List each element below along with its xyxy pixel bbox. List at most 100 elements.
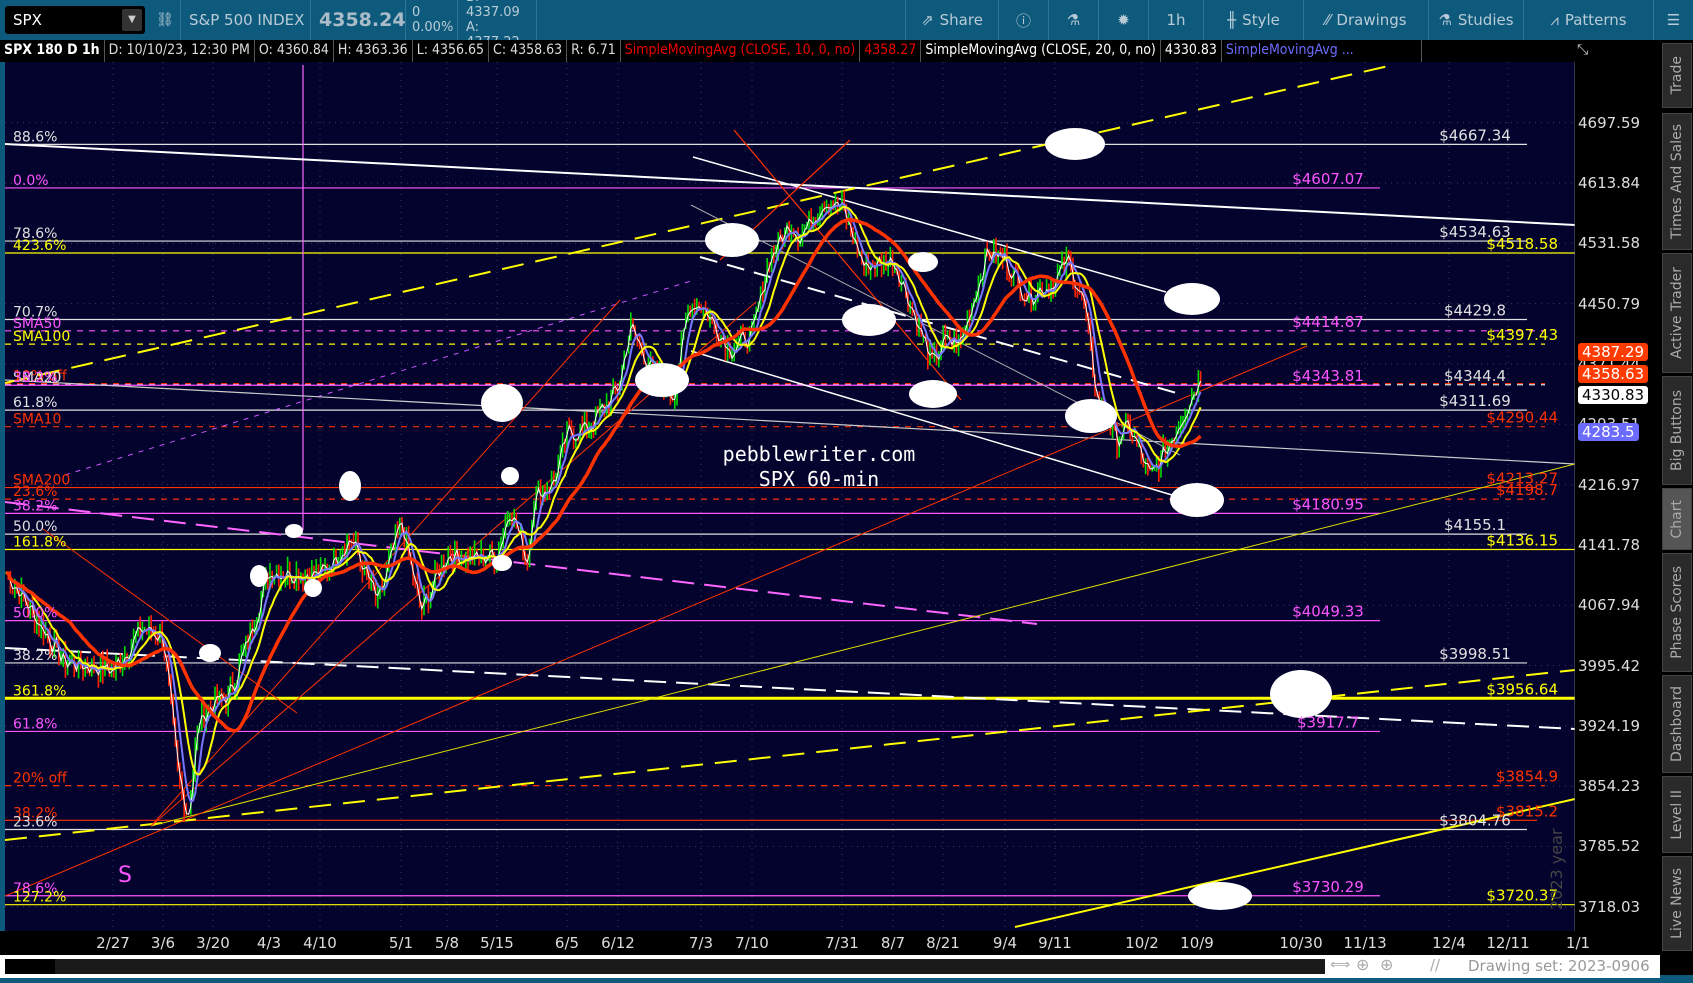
price-badge: 4330.83	[1578, 386, 1649, 405]
highlight-ellipse	[481, 384, 523, 422]
level-left-label: 38.2%	[13, 648, 57, 664]
date-tick: 9/11	[1038, 934, 1072, 952]
price-tick: 3785.52	[1578, 837, 1641, 856]
sidebar-tab-active-trader[interactable]: Active Trader	[1662, 253, 1692, 373]
sidebar-tab-level-ii[interactable]: Level II	[1662, 776, 1692, 853]
date-tick: 6/12	[601, 934, 635, 952]
highlight-ellipse	[199, 644, 221, 662]
sidebar-tab-label: Live News	[1669, 868, 1685, 939]
drawing-set-label[interactable]: Drawing set: 2023-0906	[1468, 957, 1650, 975]
date-tick: 11/13	[1343, 934, 1387, 952]
level-right-label: $3956.64	[1486, 680, 1558, 698]
date-tick: 7/31	[825, 934, 859, 952]
level-left-label: 23.6%	[13, 815, 57, 831]
sidebar-tab-live-news[interactable]: Live News	[1662, 856, 1692, 951]
level-left-label: 20% off	[13, 771, 67, 787]
level-right-label: $4397.43	[1486, 326, 1558, 344]
price-tick: 4531.58	[1578, 234, 1641, 253]
sidebar-tab-dashboard[interactable]: Dashboard	[1662, 675, 1692, 773]
date-tick: 7/10	[735, 934, 769, 952]
date-tick: 12/11	[1486, 934, 1530, 952]
right-sidebar: Trade Times And Sales Active Trader Big But…	[1660, 40, 1693, 975]
date-tick: 8/21	[926, 934, 960, 952]
price-tick: 4697.59	[1578, 113, 1641, 132]
crosshair-icon[interactable]: ⊕	[1356, 955, 1369, 974]
date-tick: 12/4	[1432, 934, 1466, 952]
year-label: 2023 year	[1547, 828, 1566, 910]
level-right-label: $4198.7	[1496, 481, 1558, 499]
highlight-ellipse	[1170, 483, 1224, 517]
level-right-label: $4136.15	[1486, 531, 1558, 549]
price-tick: 3995.42	[1578, 656, 1641, 675]
horizontal-scrollbar[interactable]	[5, 959, 1325, 974]
level-right-label: $4429.8	[1444, 302, 1506, 320]
sidebar-tab-phase-scores[interactable]: Phase Scores	[1662, 553, 1692, 672]
date-tick: 9/4	[992, 934, 1018, 952]
highlight-ellipse	[705, 223, 759, 257]
level-left-label: SMA100	[13, 329, 70, 345]
highlight-ellipse	[285, 524, 303, 538]
price-axis[interactable]: 4697.594613.844531.584450.794371.444293.…	[1575, 62, 1660, 931]
sidebar-tab-times-and-sales[interactable]: Times And Sales	[1662, 113, 1692, 250]
level-left-label: 0.0%	[13, 173, 49, 189]
level-right-label: $4344.4	[1444, 367, 1506, 385]
bottom-bar: ⟺ ⊕ ⊕ // Drawing set: 2023-0906	[0, 955, 1660, 978]
highlight-ellipse	[909, 380, 957, 408]
highlight-ellipse	[1065, 399, 1117, 433]
level-right-label: $4180.95	[1292, 495, 1364, 513]
level-left-label: 127.2%	[13, 890, 66, 906]
sidebar-tab-label: Level II	[1669, 789, 1685, 840]
sidebar-tab-big-buttons[interactable]: Big Buttons	[1662, 376, 1692, 485]
level-right-label: $4667.34	[1439, 126, 1511, 144]
highlight-ellipse	[501, 467, 519, 485]
sidebar-tab-label: Active Trader	[1669, 267, 1685, 359]
price-badge: 4358.63	[1578, 364, 1649, 383]
level-left-label: 38.2%	[13, 498, 57, 514]
level-right-label: $3998.51	[1439, 645, 1511, 663]
price-tick: 4450.79	[1578, 294, 1641, 313]
date-axis[interactable]: 2/27 3/6 3/20 4/3 4/10 5/1 5/8 5/15 6/5 6/12 7/3 7/…	[0, 931, 1660, 955]
highlight-ellipse	[635, 363, 689, 397]
level-right-label: $4049.33	[1292, 603, 1364, 621]
level-left-label: 361.8%	[13, 683, 66, 699]
date-tick: 5/1	[388, 934, 414, 952]
level-right-label: $3804.76	[1439, 812, 1511, 830]
highlight-ellipse	[842, 304, 896, 336]
sidebar-tab-trade[interactable]: Trade	[1662, 43, 1692, 108]
date-tick: 10/9	[1180, 934, 1214, 952]
pan-icon[interactable]: ⟺	[1330, 957, 1350, 973]
date-tick: 10/30	[1279, 934, 1323, 952]
drawing-icon[interactable]: //	[1430, 956, 1440, 974]
highlight-ellipse	[908, 252, 938, 272]
price-chart[interactable]: 88.6% $4667.340.0% $4607.0778.6% $4534.6342…	[0, 0, 1693, 983]
level-left-label: 88.6%	[13, 129, 57, 145]
highlight-ellipse	[1270, 670, 1332, 718]
price-tick: 3718.03	[1578, 897, 1641, 916]
level-right-label: $3917.7	[1297, 713, 1359, 731]
price-tick: 4216.97	[1578, 475, 1641, 494]
level-left-label: 61.8%	[13, 395, 57, 411]
level-left-label: 61.8%	[13, 716, 57, 732]
date-tick: 7/3	[688, 934, 714, 952]
level-left-label: 423.6%	[13, 238, 66, 254]
date-tick: 3/6	[150, 934, 176, 952]
level-right-label: $4518.58	[1486, 235, 1558, 253]
sidebar-tab-chart[interactable]: Chart	[1662, 488, 1692, 550]
highlight-ellipse	[1164, 283, 1220, 315]
level-right-label: $4290.44	[1486, 409, 1558, 427]
highlight-ellipse	[1045, 128, 1105, 160]
level-right-label: $3730.29	[1292, 878, 1364, 896]
price-badge: 4387.29	[1578, 342, 1649, 361]
price-tick: 4141.78	[1578, 535, 1641, 554]
date-tick: 4/10	[303, 934, 337, 952]
date-tick: 3/20	[196, 934, 230, 952]
level-right-label: $3854.9	[1496, 768, 1558, 786]
level-right-label: $4607.07	[1292, 170, 1364, 188]
date-tick: 5/8	[434, 934, 460, 952]
zoom-icon[interactable]: ⊕	[1380, 955, 1393, 974]
price-tick: 3924.19	[1578, 716, 1641, 735]
sidebar-tab-label: Big Buttons	[1669, 389, 1685, 472]
date-tick: 6/5	[554, 934, 580, 952]
scroll-left-button[interactable]	[5, 959, 55, 974]
date-tick: 10/2	[1125, 934, 1159, 952]
